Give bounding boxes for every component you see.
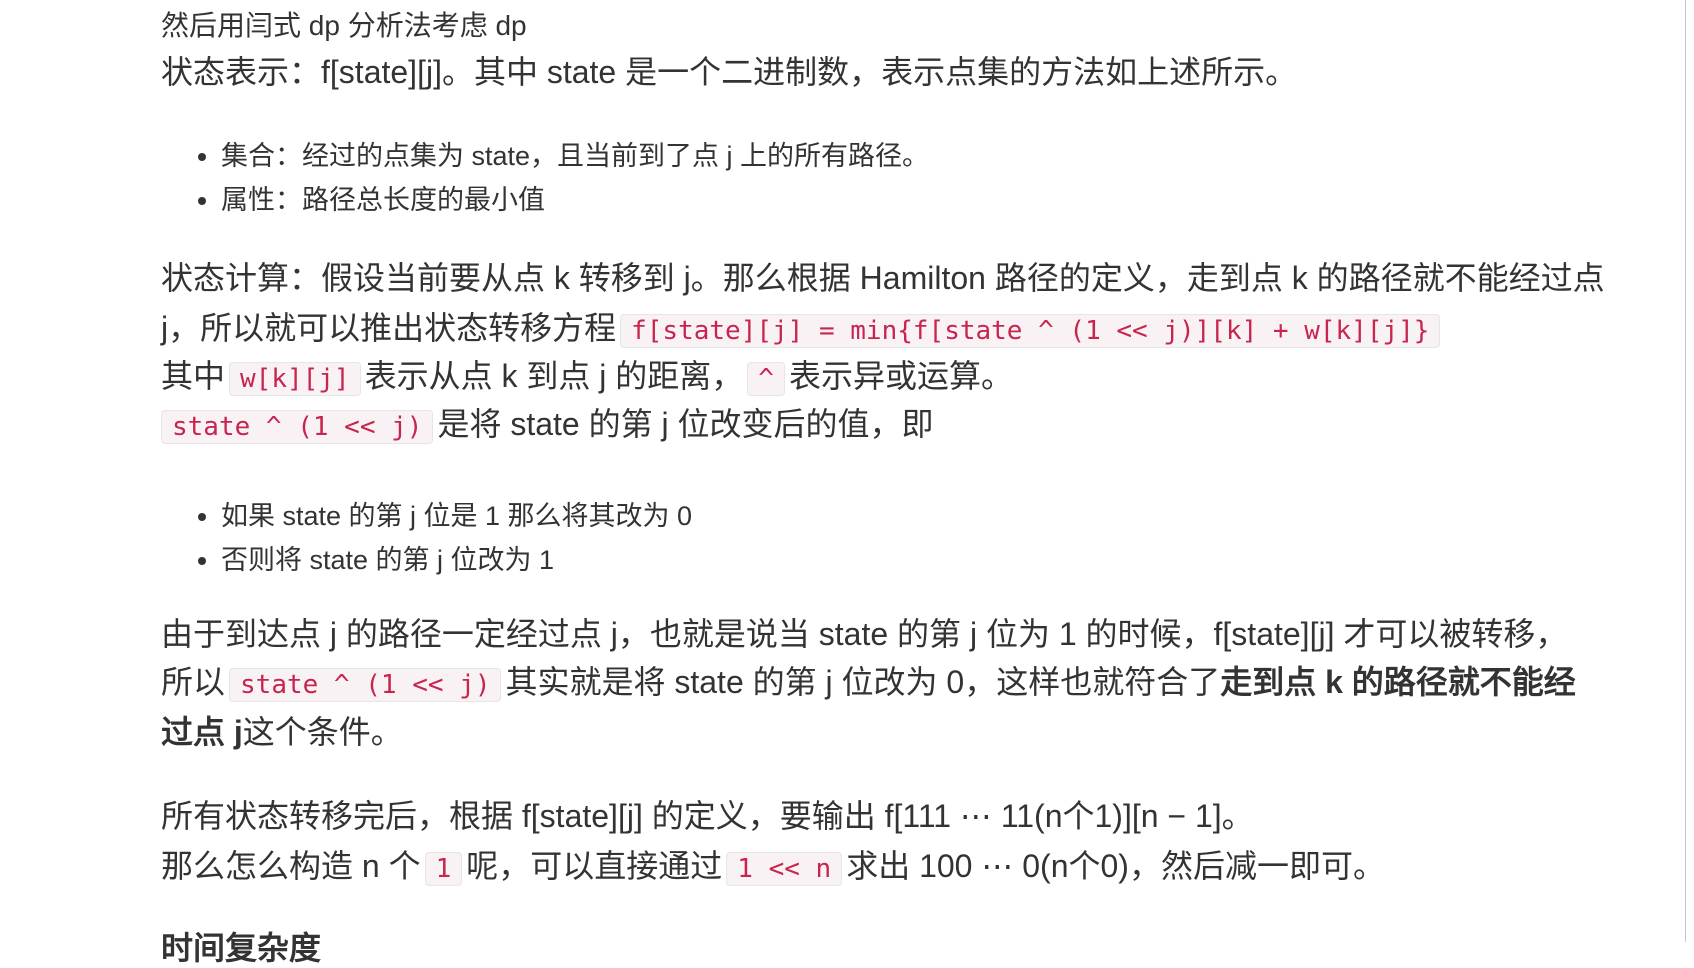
shift-code: 1 << n xyxy=(726,852,843,886)
transition-equation-code: f[state][j] = min{f[state ^ (1 << j)][k]… xyxy=(620,314,1441,348)
explain-line-1: 由于到达点 j 的路径一定经过点 j，也就是说当 state 的第 j 位为 1… xyxy=(161,616,1568,652)
state-calc-line-1: 状态计算：假设当前要从点 k 转移到 j。那么根据 Hamilton 路径的定义… xyxy=(161,260,1605,296)
weight-code: w[k][j] xyxy=(229,362,361,396)
explain-code: state ^ (1 << j) xyxy=(229,668,502,702)
set-attribute-list: 集合：经过的点集为 state，且当前到了点 j 上的所有路径。 属性：路径总长… xyxy=(161,134,929,222)
list-item: 属性：路径总长度的最小值 xyxy=(221,178,929,222)
weight-intro: 其中 xyxy=(161,358,226,394)
section-intro: 然后用闫式 dp 分析法考虑 dp xyxy=(161,10,527,41)
final-prefix: 那么怎么构造 n 个 xyxy=(161,848,421,884)
state-xor-desc: 是将 state 的第 j 位改变后的值，即 xyxy=(437,406,934,442)
state-calc-line-3: 其中 w[k][j] 表示从点 k 到点 j 的距离， ^ 表示异或运算。 xyxy=(161,356,1013,399)
final-line-1: 所有状态转移完后，根据 f[state][j] 的定义，要输出 f[111 ⋯ … xyxy=(161,798,1254,834)
one-code: 1 xyxy=(424,852,463,886)
explain-line-2: 所以 state ^ (1 << j) 其实就是将 state 的第 j 位改为 0… xyxy=(161,662,1576,705)
state-repr-rest: 。其中 state 是一个二进制数，表示点集的方法如上述所示。 xyxy=(441,54,1298,90)
state-repr-math: f[state][j] xyxy=(321,54,442,90)
explain-bold-2: 过点 j xyxy=(161,714,243,750)
weight-desc: 表示从点 k 到点 j 的距离， xyxy=(364,358,744,394)
state-xor-code: state ^ (1 << j) xyxy=(161,410,434,444)
xor-code: ^ xyxy=(747,362,785,396)
state-representation: 状态表示：f[state][j]。其中 state 是一个二进制数，表示点集的方… xyxy=(161,52,1297,92)
explain-mid: 其实就是将 state 的第 j 位改为 0，这样也就符合了 xyxy=(505,664,1221,700)
explain-bold-1: 走到点 k 的路径就不能经 xyxy=(1220,664,1576,700)
final-suffix: 求出 100 ⋯ 0(n个0)，然后减一即可。 xyxy=(846,848,1385,884)
explain-suffix: 这个条件。 xyxy=(242,714,403,750)
state-calc-line-4: state ^ (1 << j) 是将 state 的第 j 位改变后的值，即 xyxy=(161,404,934,447)
transition-intro: j，所以就可以推出状态转移方程 xyxy=(161,310,617,346)
state-calc-line-2: j，所以就可以推出状态转移方程 f[state][j] = min{f[state… xyxy=(161,308,1444,351)
final-line-2: 那么怎么构造 n 个 1 呢，可以直接通过 1 << n 求出 100 ⋯ 0(n个0)… xyxy=(161,846,1385,889)
list-item: 集合：经过的点集为 state，且当前到了点 j 上的所有路径。 xyxy=(221,134,929,178)
bit-flip-list: 如果 state 的第 j 位是 1 那么将其改为 0 否则将 state 的第… xyxy=(161,494,692,582)
explain-prefix: 所以 xyxy=(161,664,226,700)
xor-desc: 表示异或运算。 xyxy=(788,358,1013,394)
list-item: 如果 state 的第 j 位是 1 那么将其改为 0 xyxy=(221,494,692,538)
explain-line-3: 过点 j这个条件。 xyxy=(161,712,403,752)
list-item: 否则将 state 的第 j 位改为 1 xyxy=(221,538,692,582)
complexity-heading: 时间复杂度 xyxy=(161,930,322,966)
page-right-border xyxy=(1685,0,1686,942)
final-mid: 呢，可以直接通过 xyxy=(466,848,723,884)
state-repr-label: 状态表示： xyxy=(161,54,322,90)
